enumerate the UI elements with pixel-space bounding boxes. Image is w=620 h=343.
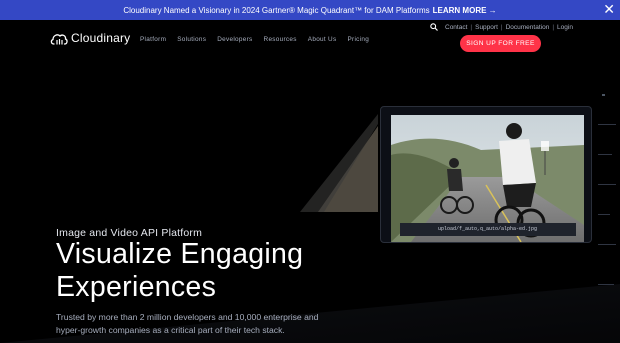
- nav-item-about-us[interactable]: About Us: [308, 36, 337, 43]
- learn-more-link[interactable]: LEARN MORE →: [433, 6, 497, 15]
- nav-item-pricing[interactable]: Pricing: [347, 36, 369, 43]
- nav-item-developers[interactable]: Developers: [217, 36, 252, 43]
- signup-button[interactable]: SIGN UP FOR FREE: [460, 35, 541, 52]
- brand-logo[interactable]: Cloudinary: [50, 31, 130, 45]
- main-nav: Platform Solutions Developers Resources …: [140, 36, 380, 43]
- image-url-bar: upload/f_auto,q_auto/alpha-ed.jpg: [400, 223, 576, 236]
- close-icon[interactable]: ✕: [603, 2, 615, 16]
- site-header: Cloudinary Platform Solutions Developers…: [0, 20, 620, 54]
- hero-title: Visualize Engaging Experiences: [56, 238, 303, 304]
- divider: |: [470, 23, 473, 31]
- hero-title-line-1: Visualize Engaging: [56, 238, 304, 270]
- learn-more-label: LEARN MORE: [432, 5, 487, 15]
- divider: |: [552, 23, 555, 31]
- login-link[interactable]: Login: [557, 24, 573, 31]
- brand-name: Cloudinary: [71, 31, 131, 45]
- banner-text: Cloudinary Named a Visionary in 2024 Gar…: [123, 5, 430, 15]
- contact-link[interactable]: Contact: [445, 24, 467, 31]
- utility-nav: Contact | Support | Documentation | Logi…: [430, 23, 573, 31]
- announcement-banner: Cloudinary Named a Visionary in 2024 Gar…: [0, 0, 620, 20]
- nav-item-solutions[interactable]: Solutions: [177, 36, 206, 43]
- documentation-link[interactable]: Documentation: [506, 24, 550, 31]
- nav-item-platform[interactable]: Platform: [140, 36, 166, 43]
- device-mockup: upload/f_auto,q_auto/alpha-ed.jpg: [380, 106, 592, 243]
- search-icon[interactable]: [430, 23, 438, 31]
- support-link[interactable]: Support: [475, 24, 498, 31]
- code-panel-decoration: [598, 94, 616, 285]
- hero-subtitle: Trusted by more than 2 million developer…: [56, 312, 319, 335]
- cloud-logo-icon: [50, 33, 68, 45]
- arrow-right-icon: →: [488, 5, 497, 15]
- divider: |: [500, 23, 503, 31]
- nav-item-resources[interactable]: Resources: [264, 36, 297, 43]
- hero-title-line-2: Experiences: [56, 271, 217, 303]
